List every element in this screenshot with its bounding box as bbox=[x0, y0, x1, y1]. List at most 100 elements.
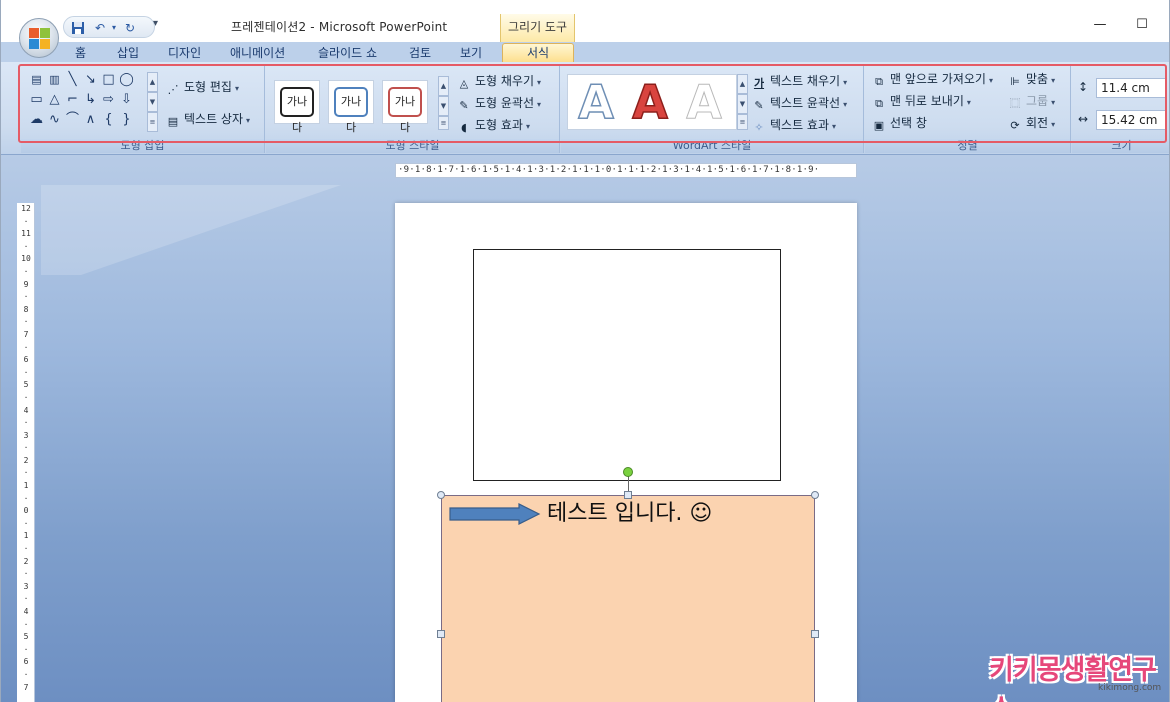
text-box-button[interactable]: ▤ 텍스트 상자 ▾ bbox=[165, 110, 250, 128]
ribbon-tabs: 홈 삽입 디자인 애니메이션 슬라이드 쇼 검토 보기 서식 bbox=[1, 42, 1169, 62]
text-effects-button[interactable]: ✧ 텍스트 효과 ▾ bbox=[751, 116, 836, 134]
wordart-scroll-up[interactable]: ▲ bbox=[737, 74, 748, 94]
width-input[interactable]: 15.42 cm bbox=[1096, 110, 1166, 130]
size-group-label: 크기 bbox=[1072, 139, 1169, 153]
drawing-tools-label: 그리기 도구 bbox=[500, 14, 575, 42]
window-title: 프레젠테이션2 - Microsoft PowerPoint bbox=[231, 20, 448, 34]
tab-insert[interactable]: 삽입 bbox=[117, 45, 139, 62]
shape-effects-button[interactable]: ◖ 도형 효과 ▾ bbox=[456, 116, 530, 134]
wordart-scroll-down[interactable]: ▼ bbox=[737, 94, 748, 114]
resize-handle-top-right[interactable] bbox=[811, 491, 819, 499]
oval-shape-icon[interactable]: ◯ bbox=[119, 72, 134, 87]
text-outline-label: 텍스트 윤곽선 bbox=[770, 96, 841, 110]
edit-shape-label: 도형 편집 bbox=[184, 80, 232, 94]
send-to-back-icon: ⧉ bbox=[875, 97, 883, 110]
shape-style-black[interactable]: 가나다 bbox=[274, 80, 320, 134]
shape-outline-button[interactable]: ✎ 도형 윤곽선 ▾ bbox=[456, 94, 541, 112]
right-brace-shape-icon[interactable]: } bbox=[119, 112, 134, 127]
curve-shape-icon[interactable]: ∧ bbox=[83, 112, 98, 127]
pencil-icon: ✎ bbox=[459, 99, 469, 112]
shape-fill-button[interactable]: ◬ 도형 채우기 ▾ bbox=[456, 72, 541, 90]
wordart-style-white[interactable]: A bbox=[679, 76, 729, 129]
shape-outline-label: 도형 윤곽선 bbox=[475, 96, 535, 110]
group-button[interactable]: ⿴ 그룹 ▾ bbox=[1007, 92, 1056, 110]
shape-style-red[interactable]: 가나다 bbox=[382, 80, 428, 134]
tab-format[interactable]: 서식 bbox=[502, 43, 574, 62]
workspace-gloss bbox=[41, 185, 341, 275]
group-wordart-styles: A A A ▲ ▼ ≡ 가 텍스트 채우기 ▾ ✎ 텍스트 윤곽선 ▾ ✧ 텍스트 효과 ▾… bbox=[561, 66, 864, 153]
height-input[interactable]: 11.4 cm bbox=[1096, 78, 1166, 98]
selection-pane-button[interactable]: ▣ 선택 창 bbox=[871, 114, 927, 132]
minimize-button[interactable]: — bbox=[1085, 14, 1115, 36]
shape-styles-scroll-up[interactable]: ▲ bbox=[438, 76, 449, 96]
cloud-shape-icon[interactable]: ☁ bbox=[29, 112, 44, 127]
vertical-ruler-tick: · bbox=[23, 544, 29, 554]
tab-view[interactable]: 보기 bbox=[460, 45, 482, 62]
office-logo-icon bbox=[29, 28, 50, 49]
rounded-rectangle-shape-icon[interactable]: ▭ bbox=[29, 92, 44, 107]
arrange-group-label: 정렬 bbox=[865, 139, 1070, 153]
shape-gallery-scroll-up[interactable]: ▲ bbox=[147, 72, 158, 92]
elbow-connector-shape-icon[interactable]: ⌐ bbox=[65, 92, 80, 107]
rotate-label: 회전 bbox=[1026, 116, 1049, 130]
empty-rectangle-shape[interactable] bbox=[473, 249, 781, 481]
tab-review[interactable]: 검토 bbox=[409, 45, 431, 62]
shape-gallery-scroll-down[interactable]: ▼ bbox=[147, 92, 158, 112]
rotate-button[interactable]: ⟳ 회전 ▾ bbox=[1007, 114, 1055, 132]
left-brace-shape-icon[interactable]: { bbox=[101, 112, 116, 127]
text-outline-button[interactable]: ✎ 텍스트 윤곽선 ▾ bbox=[751, 94, 847, 112]
resize-handle-left[interactable] bbox=[437, 630, 445, 638]
align-button[interactable]: ⊫ 맞춤 ▾ bbox=[1007, 70, 1055, 88]
tab-design[interactable]: 디자인 bbox=[168, 45, 201, 62]
text-fill-button[interactable]: 가 텍스트 채우기 ▾ bbox=[751, 72, 847, 90]
textbox-shape-icon[interactable]: ▤ bbox=[29, 72, 44, 87]
tab-home[interactable]: 홈 bbox=[75, 45, 86, 62]
vertical-ruler-tick: · bbox=[23, 266, 29, 276]
freeform-shape-icon[interactable]: ∿ bbox=[47, 112, 62, 127]
insert-shapes-group-label: 도형 삽입 bbox=[21, 139, 264, 153]
rectangle-shape-icon[interactable]: □ bbox=[101, 72, 116, 87]
shape-effects-label: 도형 효과 bbox=[475, 118, 523, 132]
resize-handle-top[interactable] bbox=[624, 491, 632, 499]
resize-handle-top-left[interactable] bbox=[437, 491, 445, 499]
wordart-style-outline-blue[interactable]: A bbox=[571, 75, 621, 129]
resize-handle-right[interactable] bbox=[811, 630, 819, 638]
right-arrow-shape-icon[interactable]: ⇨ bbox=[101, 92, 116, 107]
tab-slideshow[interactable]: 슬라이드 쇼 bbox=[318, 45, 377, 62]
width-icon: ↔ bbox=[1078, 112, 1089, 126]
arrow-line-shape-icon[interactable]: ↘ bbox=[83, 72, 98, 87]
shape-styles-scroll-down[interactable]: ▼ bbox=[438, 96, 449, 116]
send-to-back-button[interactable]: ⧉ 맨 뒤로 보내기 ▾ bbox=[871, 92, 971, 110]
edit-shape-button[interactable]: ⋰ 도형 편집 ▾ bbox=[165, 78, 240, 96]
arc-shape-icon[interactable]: ⌒ bbox=[65, 112, 80, 127]
text-effects-label: 텍스트 효과 bbox=[770, 118, 830, 132]
line-shape-icon[interactable]: ╲ bbox=[65, 72, 80, 87]
maximize-button[interactable]: ☐ bbox=[1127, 14, 1157, 36]
vertical-ruler-tick: 5 bbox=[23, 632, 29, 642]
elbow-arrow-shape-icon[interactable]: ↳ bbox=[83, 92, 98, 107]
tab-animation[interactable]: 애니메이션 bbox=[230, 45, 285, 62]
rotation-handle[interactable] bbox=[623, 467, 633, 477]
shape-style-blue[interactable]: 가나다 bbox=[328, 80, 374, 134]
wordart-style-red[interactable]: A bbox=[625, 75, 675, 129]
wordart-more[interactable]: ≡ bbox=[737, 114, 748, 130]
bring-to-front-icon: ⧉ bbox=[875, 75, 883, 88]
triangle-shape-icon[interactable]: △ bbox=[47, 92, 62, 107]
down-arrow-shape-icon[interactable]: ⇩ bbox=[119, 92, 134, 107]
shape-style-red-preview: 가나다 bbox=[388, 87, 422, 134]
undo-dropdown-icon[interactable]: ▾ bbox=[106, 21, 122, 35]
vertical-textbox-shape-icon[interactable]: ▥ bbox=[47, 72, 62, 87]
office-button[interactable] bbox=[19, 18, 59, 58]
save-icon[interactable] bbox=[70, 21, 86, 35]
shape-style-blue-preview: 가나다 bbox=[334, 87, 368, 134]
slide-text[interactable]: 테스트 입니다. ☺ bbox=[547, 499, 712, 529]
right-arrow-shape[interactable] bbox=[449, 503, 541, 525]
shape-styles-more[interactable]: ≡ bbox=[438, 116, 449, 130]
customize-qat-icon[interactable]: ▾ bbox=[153, 18, 158, 29]
selection-pane-label: 선택 창 bbox=[890, 116, 927, 130]
bring-to-front-button[interactable]: ⧉ 맨 앞으로 가져오기 ▾ bbox=[871, 70, 993, 88]
shape-gallery-more[interactable]: ≡ bbox=[147, 112, 158, 132]
redo-icon[interactable]: ↻ bbox=[122, 21, 138, 35]
watermark-logo: 키키몽생활연구소 bbox=[989, 655, 1157, 702]
vertical-ruler-tick: 7 bbox=[23, 329, 29, 339]
